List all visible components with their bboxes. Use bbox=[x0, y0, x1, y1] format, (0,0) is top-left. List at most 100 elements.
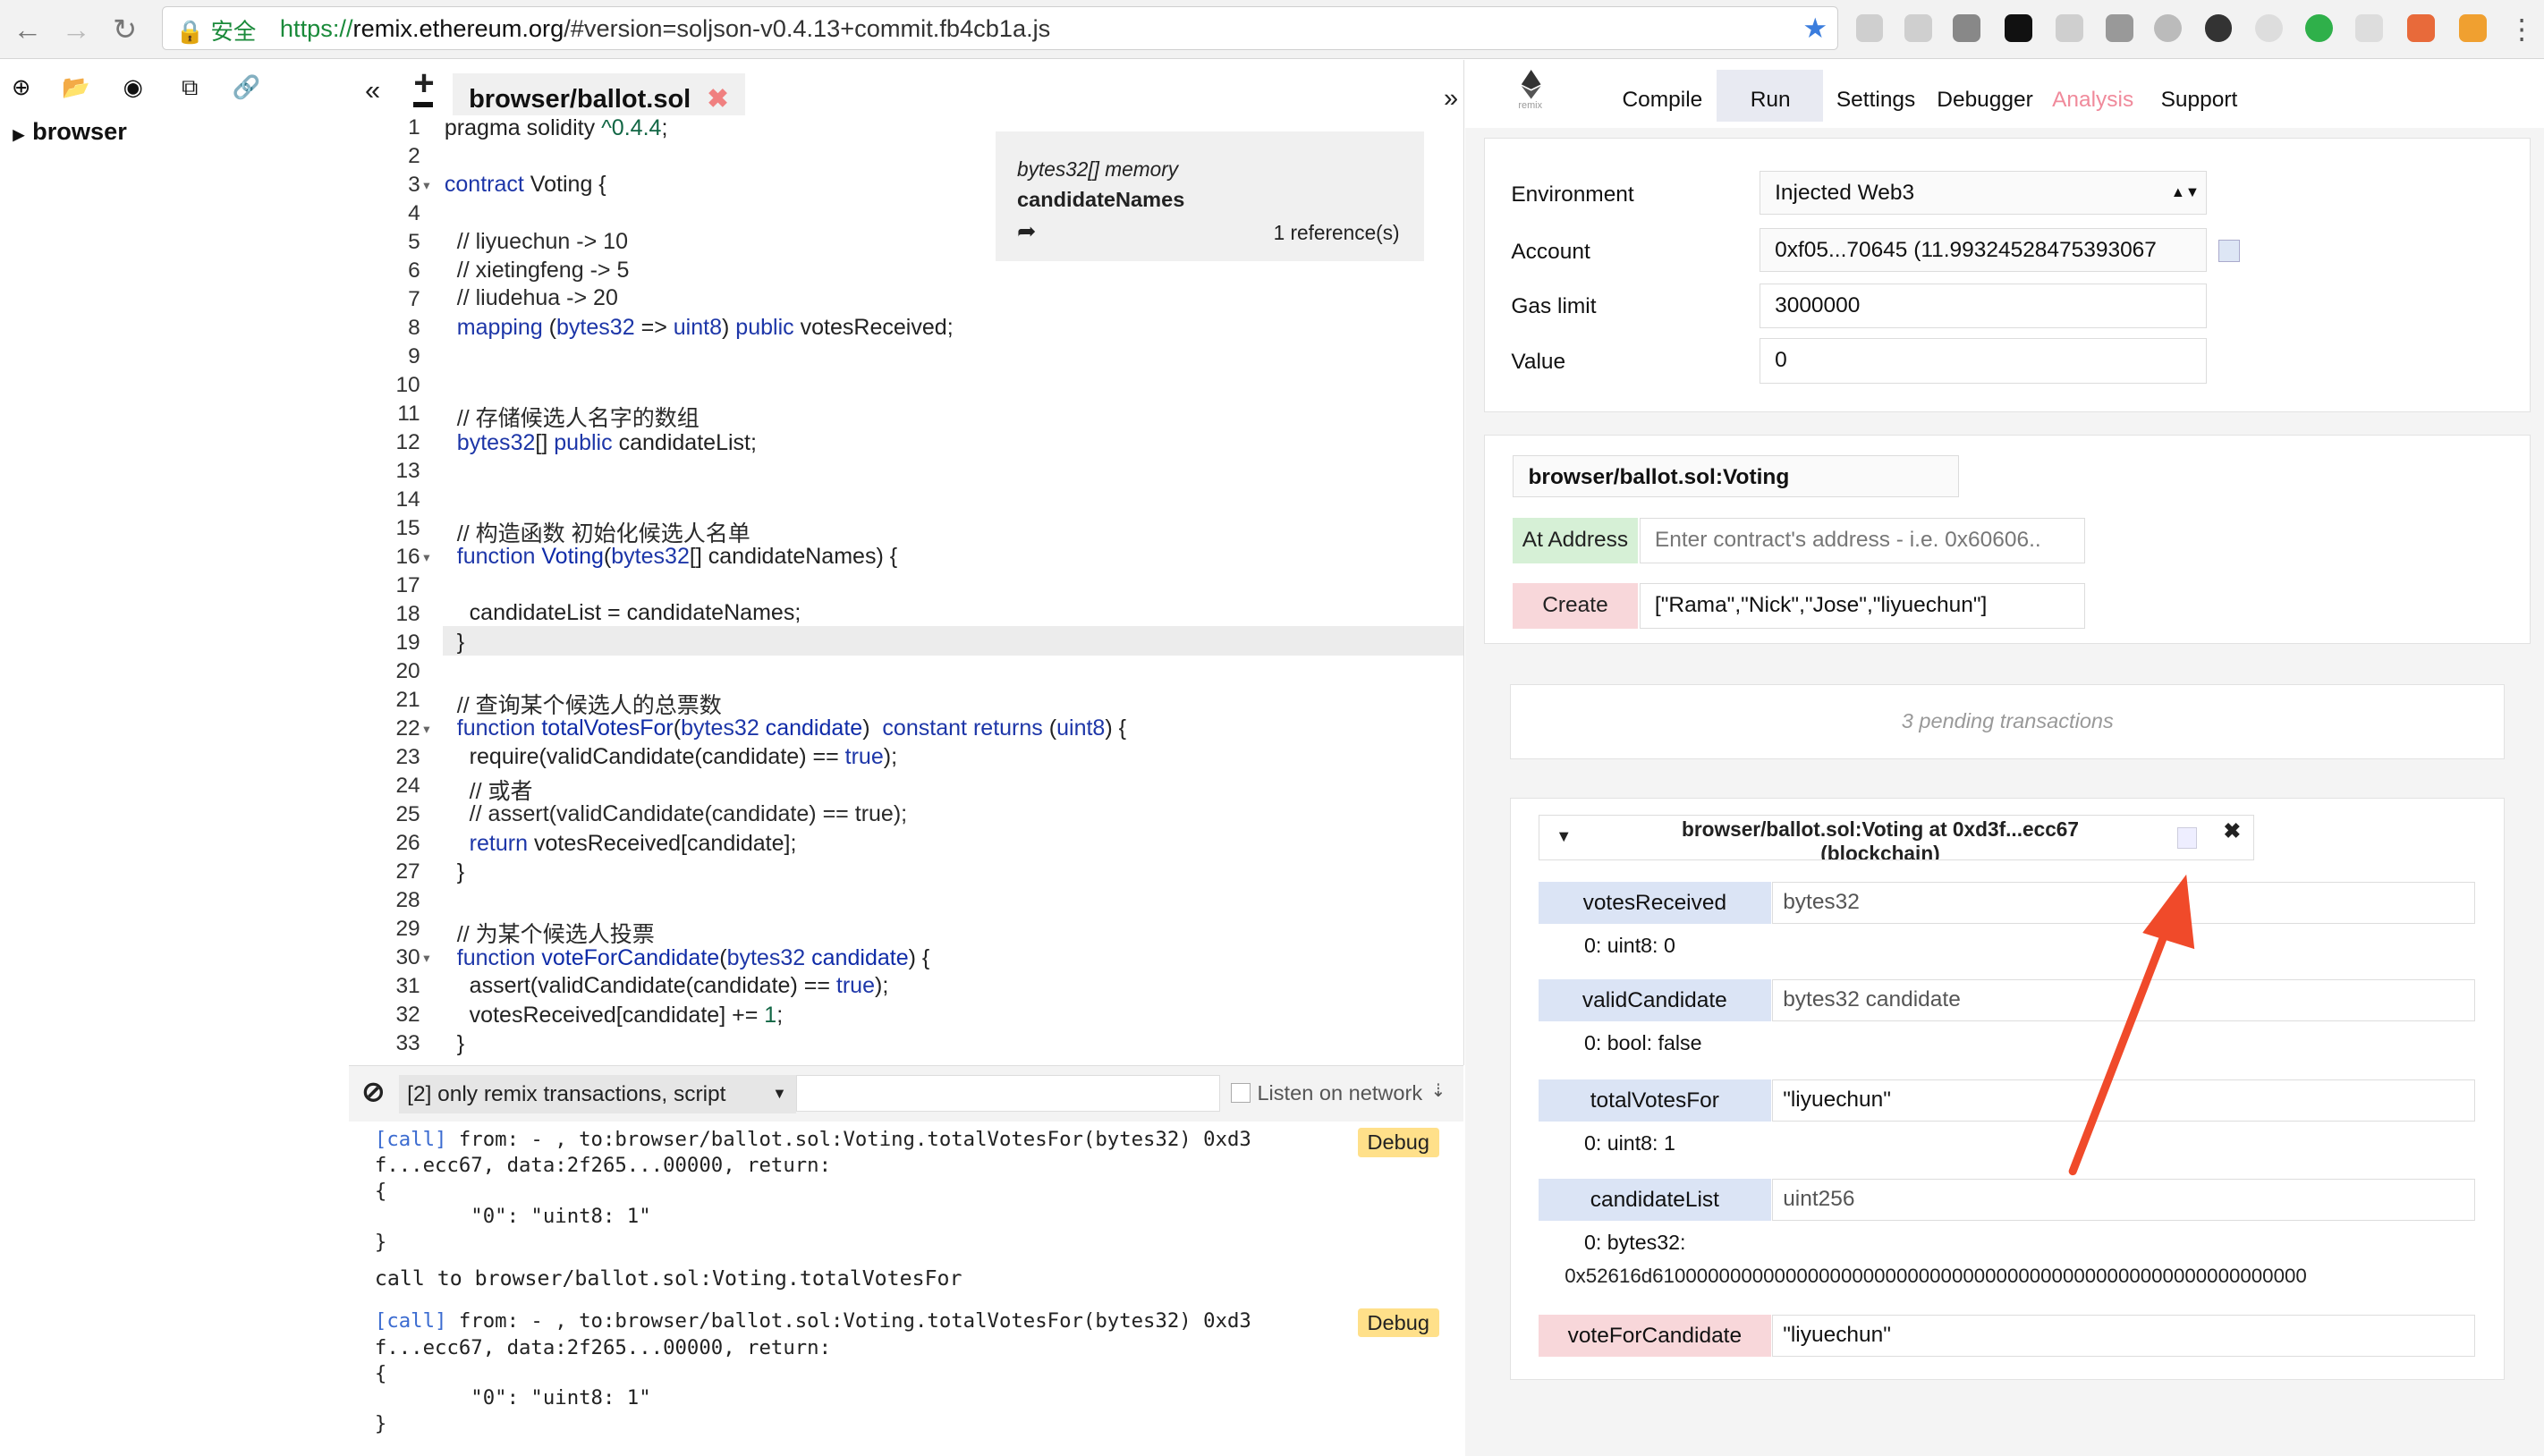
at-address-input[interactable]: Enter contract's address - i.e. 0x60606.… bbox=[1639, 518, 2086, 564]
tab-support[interactable]: Support bbox=[2161, 88, 2238, 113]
forward-icon[interactable]: → bbox=[58, 12, 94, 47]
votes-received-button[interactable]: votesReceived bbox=[1539, 881, 1771, 924]
tab-settings[interactable]: Settings bbox=[1836, 88, 1915, 113]
collapse-left-icon[interactable]: « bbox=[365, 74, 380, 106]
reload-icon[interactable]: ↻ bbox=[107, 12, 143, 47]
copy-icon[interactable]: ⧉ bbox=[175, 73, 205, 103]
url-host: remix.ethereum.org bbox=[352, 13, 564, 42]
value-input[interactable]: 0 bbox=[1759, 338, 2208, 384]
code-line-27: } bbox=[444, 859, 465, 885]
contract-select-value: browser/ballot.sol:Voting bbox=[1528, 464, 1790, 489]
log-entry-2-line-5: } bbox=[374, 1411, 387, 1435]
address-bar[interactable]: 🔒 安全 https://remix.ethereum.org/#version… bbox=[162, 6, 1838, 51]
add-file-icon[interactable]: + bbox=[413, 63, 434, 104]
editor-tabbar: « + browser/ballot.sol ✖ » bbox=[348, 60, 1463, 115]
debug-button[interactable]: Debug bbox=[1357, 1128, 1439, 1158]
candidate-list-output: 0: bytes32: bbox=[1583, 1230, 1686, 1254]
copy-address-icon[interactable] bbox=[2218, 239, 2240, 263]
wechat-icon[interactable] bbox=[2304, 14, 2333, 43]
extension-icon[interactable] bbox=[1904, 14, 1932, 43]
back-icon[interactable]: ← bbox=[10, 12, 46, 47]
right-tabbar: remix Compile Run Settings Debugger Anal… bbox=[1464, 60, 2544, 129]
gas-limit-label: Gas limit bbox=[1511, 294, 1597, 319]
lock-icon: 🔒 bbox=[175, 19, 205, 45]
github-icon[interactable]: ◉ bbox=[118, 73, 148, 103]
pending-transactions-label: 3 pending transactions bbox=[1901, 709, 2114, 733]
at-address-button[interactable]: At Address bbox=[1513, 518, 1638, 564]
file-tree-root[interactable]: ▶ browser bbox=[13, 117, 127, 146]
annotation-arrow bbox=[2069, 874, 2195, 1175]
value-label: Value bbox=[1511, 349, 1566, 374]
collapse-right-icon[interactable]: » bbox=[1444, 84, 1458, 114]
log-entry-2-line-3: { bbox=[374, 1361, 387, 1385]
file-tree-root-label: browser bbox=[32, 116, 127, 145]
tab-ballot-sol[interactable]: browser/ballot.sol ✖ bbox=[452, 72, 745, 115]
extension-icon[interactable] bbox=[2459, 14, 2488, 43]
extension-icon[interactable] bbox=[2204, 14, 2233, 43]
code-editor: « + browser/ballot.sol ✖ » 1 2 3 ▾ 4 5 6 7 8 9 10 11… bbox=[348, 60, 1464, 1066]
total-votes-for-output: 0: uint8: 1 bbox=[1583, 1131, 1675, 1155]
debug-button[interactable]: Debug bbox=[1357, 1308, 1439, 1338]
log-entry-1-line-2: f...ecc67, data:2f265...00000, return: bbox=[374, 1154, 832, 1178]
valid-candidate-button[interactable]: validCandidate bbox=[1539, 978, 1771, 1021]
candidate-list-button[interactable]: candidateList bbox=[1539, 1178, 1771, 1221]
extension-icon[interactable] bbox=[2055, 14, 2083, 43]
extension-icon[interactable] bbox=[2254, 14, 2283, 43]
menu-icon[interactable]: ⋮ bbox=[2508, 13, 2536, 46]
close-icon[interactable]: ✖ bbox=[2223, 818, 2241, 843]
extension-icon[interactable] bbox=[2355, 14, 2384, 43]
account-label: Account bbox=[1511, 239, 1590, 264]
candidate-list-input[interactable]: uint256 bbox=[1772, 1178, 2475, 1221]
create-button[interactable]: Create bbox=[1513, 583, 1638, 629]
contract-select[interactable]: browser/ballot.sol:Voting bbox=[1513, 454, 1959, 497]
log-filter-label: [2] only remix transactions, script bbox=[407, 1081, 726, 1106]
call-to-message: call to browser/ballot.sol:Voting.totalV… bbox=[374, 1266, 962, 1291]
clear-console-icon[interactable]: ⊘ bbox=[361, 1076, 385, 1108]
tab-debugger[interactable]: Debugger bbox=[1937, 88, 2032, 113]
log-entry-1-line-4: "0": "uint8: 1" bbox=[374, 1204, 651, 1228]
extension-icon[interactable] bbox=[2105, 14, 2133, 43]
chevron-down-icon[interactable]: ⇣ bbox=[1430, 1079, 1446, 1102]
instance-header[interactable]: ▼ browser/ballot.sol:Voting at 0xd3f...e… bbox=[1539, 815, 2255, 861]
extension-icon[interactable] bbox=[2407, 14, 2436, 43]
gas-limit-input[interactable]: 3000000 bbox=[1759, 283, 2208, 329]
environment-label: Environment bbox=[1511, 182, 1634, 207]
tab-label: browser/ballot.sol bbox=[469, 84, 691, 114]
environment-select[interactable]: Injected Web3 ▲▼ bbox=[1759, 171, 2208, 216]
remix-logo-icon bbox=[1520, 69, 1542, 99]
extension-icon[interactable] bbox=[2005, 14, 2033, 43]
open-folder-icon[interactable]: 📂 bbox=[62, 73, 91, 103]
vote-for-candidate-input[interactable]: "liyuechun" bbox=[1772, 1314, 2475, 1358]
code-line-11: // 存储候选人名字的数组 bbox=[444, 405, 700, 431]
code-line-7: // liudehua -> 20 bbox=[444, 285, 618, 311]
copy-instance-icon[interactable] bbox=[2176, 827, 2197, 849]
code-line-3: contract Voting { bbox=[444, 172, 606, 198]
log-filter-select[interactable]: [2] only remix transactions, script ▼ bbox=[399, 1074, 797, 1114]
tab-analysis[interactable]: Analysis bbox=[2052, 88, 2133, 113]
caret-down-icon[interactable]: ▼ bbox=[1556, 827, 1572, 846]
bookmark-star-icon[interactable]: ★ bbox=[1802, 13, 1827, 45]
extension-icon[interactable] bbox=[1953, 14, 1981, 43]
total-votes-for-button[interactable]: totalVotesFor bbox=[1539, 1079, 1771, 1122]
vote-for-candidate-button[interactable]: voteForCandidate bbox=[1539, 1314, 1771, 1358]
symbol-tooltip: bytes32[] memory candidateNames ➦ 1 refe… bbox=[996, 131, 1425, 261]
tooltip-references: 1 reference(s) bbox=[1273, 220, 1400, 244]
create-params-input[interactable]: ["Rama","Nick","Jose","liyuechun"] bbox=[1639, 583, 2086, 629]
tab-run[interactable]: Run bbox=[1751, 88, 1791, 113]
extension-icon[interactable] bbox=[2154, 14, 2183, 43]
new-file-icon[interactable]: ⊕ bbox=[6, 73, 36, 103]
account-select[interactable]: 0xf05...70645 (11.99324528475393067 bbox=[1759, 227, 2208, 272]
instance-title: browser/ballot.sol:Voting at 0xd3f...ecc… bbox=[1681, 817, 2079, 842]
file-explorer: ⊕ 📂 ◉ ⧉ 🔗 ▶ browser bbox=[0, 60, 349, 1456]
environment-value: Injected Web3 bbox=[1775, 181, 1915, 206]
close-tab-icon[interactable]: ✖ bbox=[707, 85, 728, 114]
code-line-8: mapping (bytes32 => uint8) public votesR… bbox=[444, 314, 954, 340]
tooltip-name: candidateNames bbox=[1017, 188, 1185, 212]
listen-on-network-checkbox[interactable] bbox=[1231, 1082, 1251, 1103]
tab-compile[interactable]: Compile bbox=[1622, 88, 1702, 113]
link-icon[interactable]: 🔗 bbox=[232, 73, 261, 103]
terminal-search-input[interactable] bbox=[796, 1074, 1220, 1113]
add-file-underline bbox=[413, 102, 434, 107]
extension-icon[interactable] bbox=[1855, 14, 1884, 43]
goto-reference-icon[interactable]: ➦ bbox=[1017, 217, 1036, 245]
